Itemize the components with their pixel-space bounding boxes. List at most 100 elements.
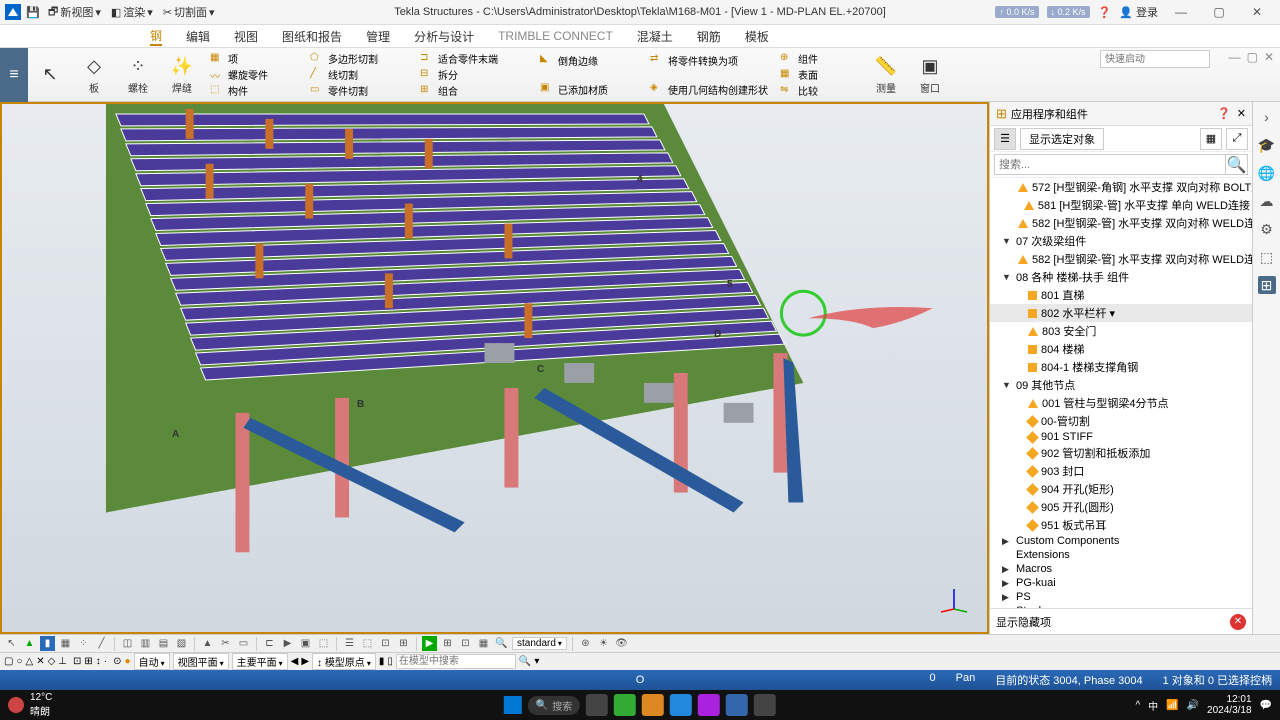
tree-row[interactable]: ▼09 其他节点 xyxy=(990,376,1252,394)
menu-template[interactable]: 模板 xyxy=(745,28,769,45)
ribbon-min-icon[interactable]: — xyxy=(1229,50,1241,64)
tree-row[interactable]: ▶PS xyxy=(990,590,1252,604)
tree-row[interactable]: ▶Custom Components xyxy=(990,534,1252,548)
tree-row[interactable]: 00-管切割 xyxy=(990,412,1252,430)
menu-rebar[interactable]: 钢筋 xyxy=(697,28,721,45)
view-plane-dropdown[interactable]: 视图平面 xyxy=(173,653,229,670)
convert-part-button[interactable]: ⇄将零件转换为项 xyxy=(650,53,768,68)
menu-trimble[interactable]: TRIMBLE CONNECT xyxy=(498,29,613,43)
tree-row[interactable]: 804 楼梯 xyxy=(990,340,1252,358)
slab-tool[interactable]: ◇板 xyxy=(72,52,116,97)
grid-view-button[interactable]: ▦ xyxy=(1200,128,1222,150)
3d-viewport[interactable]: 4 5 A B C D xyxy=(0,102,989,634)
tray-wifi-icon[interactable]: 📶 xyxy=(1166,700,1178,711)
component-button[interactable]: ⬚构件 xyxy=(210,83,268,98)
cloud-icon[interactable]: ☁ xyxy=(1258,192,1276,210)
menu-steel[interactable]: 钢 xyxy=(150,27,162,46)
model-search-icon[interactable]: 🔍 xyxy=(519,656,531,667)
list-view-button[interactable]: ☰ xyxy=(994,128,1016,150)
cursor-icon[interactable]: ↖ xyxy=(4,636,19,651)
taskbar-app-1[interactable] xyxy=(586,694,608,716)
menu-manage[interactable]: 管理 xyxy=(366,28,390,45)
window-tool[interactable]: ▣窗口 xyxy=(908,52,952,97)
tree-row[interactable]: 801 直梯 xyxy=(990,286,1252,304)
quick-search-input[interactable] xyxy=(1100,50,1210,68)
panel-help-icon[interactable]: ❓ xyxy=(1217,107,1231,120)
box-icon[interactable]: ⬚ xyxy=(1258,248,1276,266)
taskbar-app-7[interactable] xyxy=(754,694,776,716)
taskbar-app-3[interactable] xyxy=(642,694,664,716)
weather-widget[interactable]: 12°C晴朗 xyxy=(8,692,52,718)
help-icon[interactable]: ❓ xyxy=(1098,6,1112,19)
save-icon[interactable]: 💾 xyxy=(24,3,42,21)
tray-volume-icon[interactable]: 🔊 xyxy=(1187,700,1199,711)
taskbar-app-2[interactable] xyxy=(614,694,636,716)
collapse-button[interactable]: ⤢ xyxy=(1226,128,1248,150)
ribbon-close-icon[interactable]: ✕ xyxy=(1264,50,1274,64)
component-search-input[interactable] xyxy=(994,154,1226,175)
split-button[interactable]: ⊟拆分 xyxy=(420,67,498,82)
spiral-part-button[interactable]: 〰螺旋零件 xyxy=(210,67,268,82)
components-rail-icon[interactable]: ⊞ xyxy=(1258,276,1276,294)
graduate-icon[interactable]: 🎓 xyxy=(1258,136,1276,154)
show-hidden-label[interactable]: 显示隐藏项 xyxy=(996,614,1051,630)
line-icon[interactable]: ╱ xyxy=(94,636,109,651)
fill-icon[interactable]: ▮ xyxy=(40,636,55,651)
taskbar-app-6[interactable] xyxy=(726,694,748,716)
panel-close-icon[interactable]: ✕ xyxy=(1237,107,1246,120)
tree-row[interactable]: ▶Macros xyxy=(990,562,1252,576)
hamburger-button[interactable]: ≡ xyxy=(0,48,28,102)
line-cut-button[interactable]: ╱线切割 xyxy=(310,67,378,82)
login-button[interactable]: 👤 登录 xyxy=(1119,4,1158,20)
tree-row[interactable]: ▼07 次级梁组件 xyxy=(990,232,1252,250)
tree-row[interactable]: 904 开孔(矩形) xyxy=(990,480,1252,498)
clip-plane-dropdown[interactable]: ✂ 切割面 ▾ xyxy=(159,4,219,20)
measure-tool[interactable]: 📏测量 xyxy=(864,52,908,97)
close-button[interactable]: ✕ xyxy=(1242,2,1272,22)
menu-analysis[interactable]: 分析与设计 xyxy=(414,28,474,45)
model-origin-dropdown[interactable]: ↕ 模型原点 xyxy=(312,653,376,670)
fit-part-button[interactable]: ⊐适合零件末端 xyxy=(420,51,498,66)
dots-icon[interactable]: ⁘ xyxy=(76,636,91,651)
taskbar-app-4[interactable] xyxy=(670,694,692,716)
combine-button[interactable]: ⊞组合 xyxy=(420,83,498,98)
tree-row[interactable]: 951 板式吊耳 xyxy=(990,516,1252,534)
minimize-button[interactable]: — xyxy=(1166,2,1196,22)
standard-dropdown[interactable]: standard xyxy=(512,637,567,650)
chevron-right-icon[interactable]: › xyxy=(1258,108,1276,126)
tree-row[interactable]: 901 STIFF xyxy=(990,430,1252,444)
start-button[interactable] xyxy=(504,696,522,714)
surface-button[interactable]: ▦表面 xyxy=(780,67,818,82)
ribbon-max-icon[interactable]: ▢ xyxy=(1247,50,1258,64)
tree-row[interactable]: 802 水平栏杆 ▾ xyxy=(990,304,1252,322)
tree-row[interactable]: ▶PG-kuai xyxy=(990,576,1252,590)
chamfer-button[interactable]: ◣倒角边缘 xyxy=(540,53,608,68)
bolt-tool[interactable]: ⁘螺栓 xyxy=(116,52,160,97)
tree-row[interactable]: 905 开孔(圆形) xyxy=(990,498,1252,516)
maximize-button[interactable]: ▢ xyxy=(1204,2,1234,22)
tree-row[interactable]: 803 安全门 xyxy=(990,322,1252,340)
taskbar-clock[interactable]: 12:012024/3/18 xyxy=(1207,694,1252,716)
taskbar-app-5[interactable] xyxy=(698,694,720,716)
tree-row[interactable]: ▼08 各种 楼梯-扶手 组件 xyxy=(990,268,1252,286)
auto-dropdown[interactable]: 自动 xyxy=(134,653,170,670)
compare-button[interactable]: ⇋比较 xyxy=(780,83,818,98)
tree-row[interactable]: Extensions xyxy=(990,548,1252,562)
tree-row[interactable]: 581 [H型钢梁-管] 水平支撑 单向 WELD连接 xyxy=(990,196,1252,214)
menu-concrete[interactable]: 混凝土 xyxy=(637,28,673,45)
notifications-icon[interactable]: 💬 xyxy=(1260,700,1272,711)
footer-close-icon[interactable]: ✕ xyxy=(1230,614,1246,630)
create-shape-button[interactable]: ◈使用几何结构创建形状 xyxy=(650,82,768,97)
tri-icon[interactable]: ▲ xyxy=(22,636,37,651)
weld-tool[interactable]: ✨焊缝 xyxy=(160,52,204,97)
tray-chevron-icon[interactable]: ^ xyxy=(1135,700,1140,711)
tree-row[interactable]: 804-1 楼梯支撑角钢 xyxy=(990,358,1252,376)
globe-icon[interactable]: 🌐 xyxy=(1258,164,1276,182)
taskbar-search[interactable]: 🔍 搜索 xyxy=(528,696,580,715)
tree-row[interactable]: 001 管柱与型钢梁4分节点 xyxy=(990,394,1252,412)
tray-ime-icon[interactable]: 中 xyxy=(1148,698,1158,713)
component-tree[interactable]: 572 [H型钢梁-角钢] 水平支撑 双向对称 BOLT连接581 [H型钢梁-… xyxy=(990,178,1252,608)
search-icon[interactable]: 🔍 xyxy=(1226,154,1248,175)
menu-view[interactable]: 视图 xyxy=(234,28,258,45)
tree-row[interactable]: 572 [H型钢梁-角钢] 水平支撑 双向对称 BOLT连接 xyxy=(990,178,1252,196)
